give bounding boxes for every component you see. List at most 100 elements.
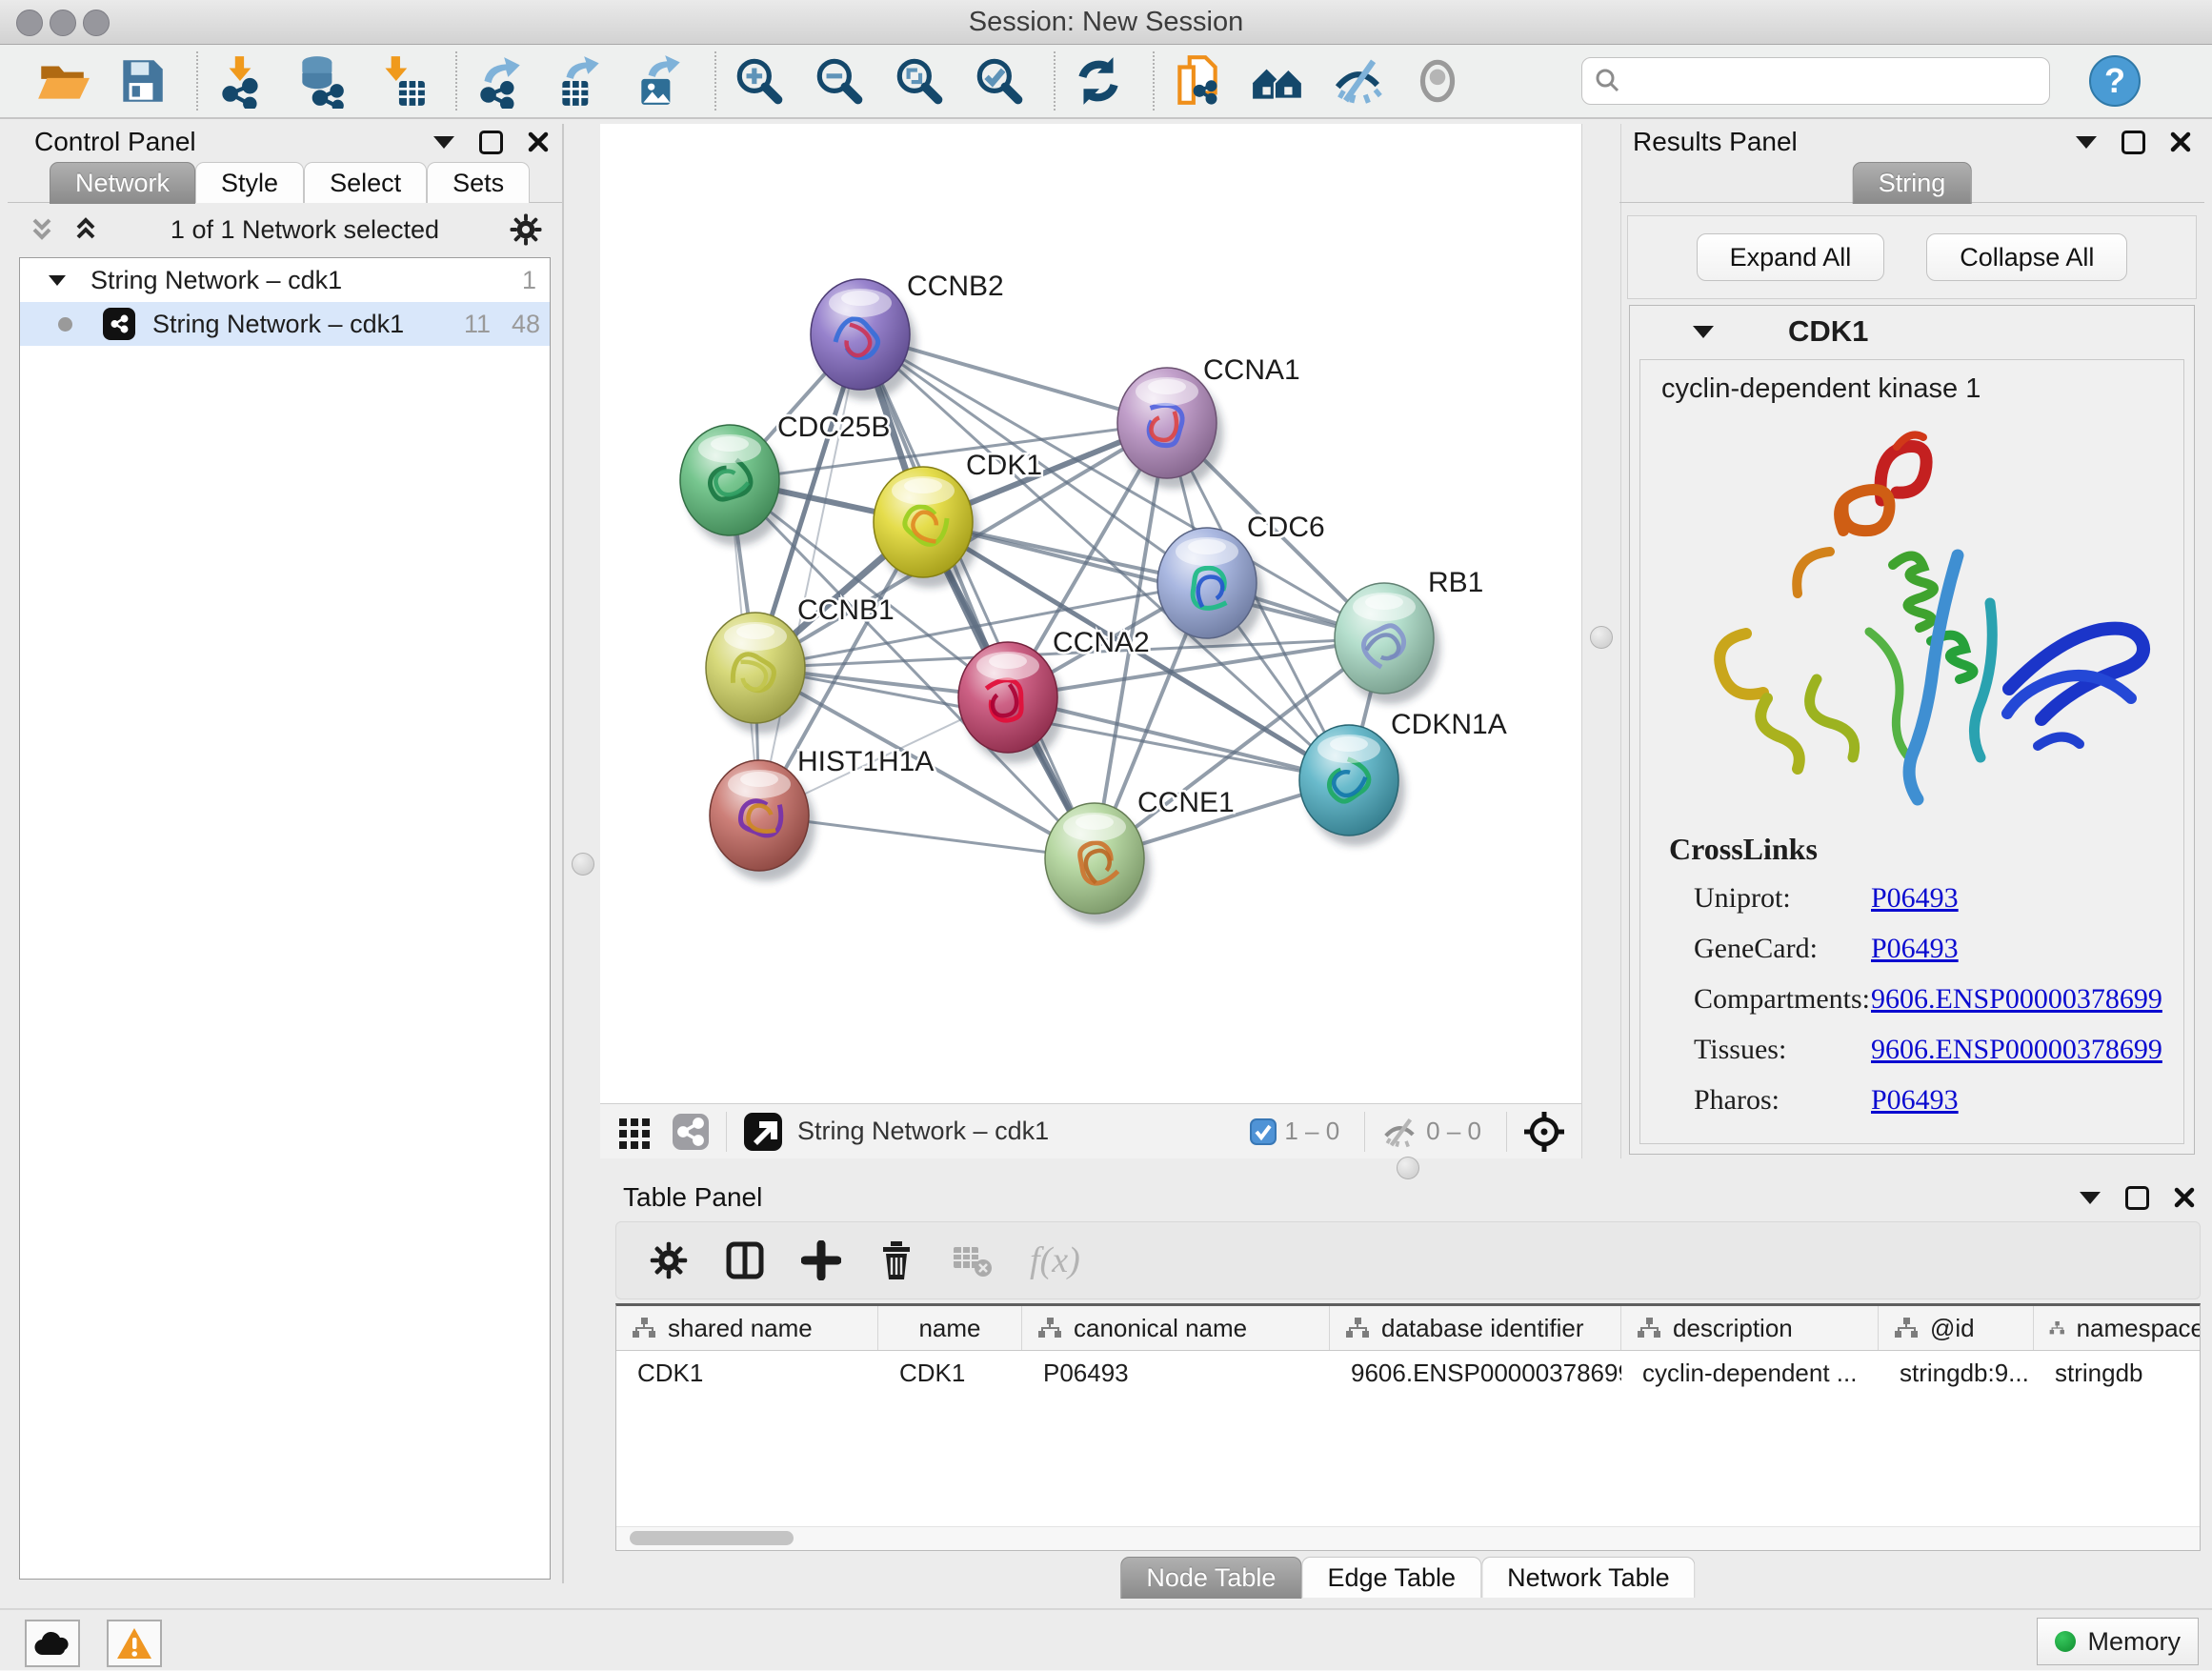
delete-table-icon[interactable]: [952, 1241, 994, 1279]
function-builder-icon[interactable]: f(x): [1030, 1239, 1080, 1281]
cloud-button[interactable]: [25, 1620, 80, 1667]
table-cell[interactable]: stringdb: [2034, 1351, 2201, 1395]
column-header-canonical-name[interactable]: canonical name: [1022, 1306, 1330, 1350]
crosslink-link[interactable]: 9606.ENSP00000378699: [1871, 983, 2162, 1016]
right-splitter-handle[interactable]: [1590, 626, 1613, 649]
crosslink-link[interactable]: P06493: [1871, 933, 1959, 965]
network-node-ccna2[interactable]: [958, 642, 1057, 753]
right-splitter[interactable]: [1581, 124, 1621, 1158]
network-node-cdc25b[interactable]: [680, 425, 779, 535]
table-row[interactable]: CDK1CDK1P064939606.ENSP00000378699cyclin…: [616, 1351, 2200, 1395]
column-header-database-identifier[interactable]: database identifier: [1330, 1306, 1621, 1350]
show-columns-icon[interactable]: [725, 1240, 765, 1280]
tab-node-table[interactable]: Node Table: [1120, 1557, 1301, 1599]
crosslink-link[interactable]: 9606.ENSP00000378699: [1871, 1034, 2162, 1066]
open-session-icon[interactable]: [34, 53, 90, 109]
table-panel-menu-icon[interactable]: [2080, 1192, 2101, 1204]
column-header-description[interactable]: description: [1621, 1306, 1879, 1350]
delete-column-icon[interactable]: [877, 1239, 915, 1281]
export-image-icon[interactable]: [633, 53, 688, 109]
network-node-rb1[interactable]: [1335, 583, 1434, 694]
network-node-ccne1[interactable]: [1045, 803, 1144, 914]
table-panel-close-icon[interactable]: [2174, 1187, 2195, 1208]
fit-selected-crosshair-icon[interactable]: [1522, 1110, 1566, 1154]
table-cell[interactable]: CDK1: [616, 1351, 878, 1395]
column-header-id[interactable]: @id: [1879, 1306, 2034, 1350]
control-panel-float-icon[interactable]: [479, 131, 503, 154]
memory-button[interactable]: Memory: [2037, 1618, 2199, 1665]
show-all-icon[interactable]: [1410, 53, 1465, 109]
table-cell[interactable]: stringdb:9...: [1879, 1351, 2034, 1395]
horizontal-splitter-handle[interactable]: [1397, 1157, 1419, 1179]
network-node-cdk1[interactable]: [874, 467, 973, 577]
network-node-ccna1[interactable]: [1117, 368, 1217, 478]
collapse-all-chevron-icon[interactable]: [27, 214, 57, 245]
refresh-view-icon[interactable]: [1071, 53, 1126, 109]
crosslink-link[interactable]: P06493: [1871, 1084, 1959, 1117]
tab-select[interactable]: Select: [304, 162, 427, 203]
table-cell[interactable]: P06493: [1022, 1351, 1330, 1395]
column-header-namespace[interactable]: namespace: [2034, 1306, 2201, 1350]
import-table-icon[interactable]: [373, 53, 429, 109]
left-splitter-handle[interactable]: [572, 853, 594, 876]
results-panel-close-icon[interactable]: [2170, 131, 2191, 152]
search-input[interactable]: [1622, 66, 2026, 97]
search-field[interactable]: [1581, 57, 2050, 105]
warnings-button[interactable]: [107, 1620, 162, 1667]
export-table-icon[interactable]: [553, 53, 608, 109]
network-node-ccnb2[interactable]: [811, 279, 910, 390]
network-canvas[interactable]: CCNB2CCNA1CDC25BCDK1CDC6RB1CCNB1CCNA2CDK…: [600, 124, 1581, 1103]
network-node-cdc6[interactable]: [1157, 528, 1257, 638]
zoom-in-icon[interactable]: [732, 53, 787, 109]
tab-edge-table[interactable]: Edge Table: [1301, 1557, 1481, 1598]
gene-section-header[interactable]: CDK1: [1630, 306, 2194, 357]
network-row-selected[interactable]: String Network – cdk1 11 48: [20, 302, 550, 346]
tab-network-table[interactable]: Network Table: [1481, 1557, 1696, 1598]
add-column-icon[interactable]: [801, 1240, 841, 1280]
scrollbar-thumb[interactable]: [630, 1531, 794, 1545]
network-from-selection-icon[interactable]: [1170, 53, 1225, 109]
collapse-all-button[interactable]: Collapse All: [1926, 233, 2127, 281]
help-icon[interactable]: ?: [2088, 54, 2142, 108]
expand-all-chevron-icon[interactable]: [70, 214, 101, 245]
tab-network[interactable]: Network: [50, 162, 195, 204]
zoom-selected-icon[interactable]: [972, 53, 1027, 109]
zoom-out-icon[interactable]: [812, 53, 867, 109]
table-cell[interactable]: cyclin-dependent ...: [1621, 1351, 1879, 1395]
table-cell[interactable]: 9606.ENSP00000378699: [1330, 1351, 1621, 1395]
column-header-name[interactable]: name: [878, 1306, 1022, 1350]
horizontal-splitter[interactable]: [600, 1158, 2212, 1178]
network-node-cdkn1a[interactable]: [1299, 725, 1398, 836]
node-table[interactable]: shared namenamecanonical namedatabase id…: [615, 1303, 2201, 1551]
import-network-file-icon[interactable]: [213, 53, 269, 109]
crosslink-link[interactable]: P06493: [1871, 882, 1959, 915]
table-cell[interactable]: CDK1: [878, 1351, 1022, 1395]
network-options-gear-icon[interactable]: [509, 212, 543, 247]
gene-disclosure-icon[interactable]: [1693, 326, 1714, 338]
first-neighbors-icon[interactable]: [1250, 53, 1305, 109]
table-panel-float-icon[interactable]: [2125, 1186, 2149, 1210]
results-panel-menu-icon[interactable]: [2076, 136, 2097, 149]
selected-checkbox-icon[interactable]: [1250, 1118, 1277, 1145]
control-panel-menu-icon[interactable]: [433, 136, 454, 149]
control-panel-close-icon[interactable]: [528, 131, 549, 152]
tab-sets[interactable]: Sets: [427, 162, 530, 203]
network-view[interactable]: CCNB2CCNA1CDC25BCDK1CDC6RB1CCNB1CCNA2CDK…: [600, 124, 1581, 1103]
left-splitter[interactable]: [562, 124, 602, 1583]
grid-view-icon[interactable]: [615, 1113, 654, 1151]
column-header-shared-name[interactable]: shared name: [616, 1306, 878, 1350]
import-network-database-icon[interactable]: [293, 53, 349, 109]
network-collection-row[interactable]: String Network – cdk1 1: [20, 258, 550, 302]
zoom-fit-icon[interactable]: [892, 53, 947, 109]
export-network-icon[interactable]: [473, 53, 528, 109]
hide-selected-icon[interactable]: [1330, 53, 1385, 109]
results-panel-float-icon[interactable]: [2122, 131, 2145, 154]
table-horizontal-scrollbar[interactable]: [616, 1526, 2200, 1550]
save-session-icon[interactable]: [114, 53, 170, 109]
tab-string[interactable]: String: [1853, 162, 1972, 204]
birds-eye-view-icon[interactable]: [742, 1111, 784, 1153]
collection-disclosure-icon[interactable]: [49, 275, 66, 286]
share-view-icon[interactable]: [671, 1112, 711, 1152]
hidden-eye-icon[interactable]: [1380, 1116, 1418, 1148]
expand-all-button[interactable]: Expand All: [1697, 233, 1885, 281]
